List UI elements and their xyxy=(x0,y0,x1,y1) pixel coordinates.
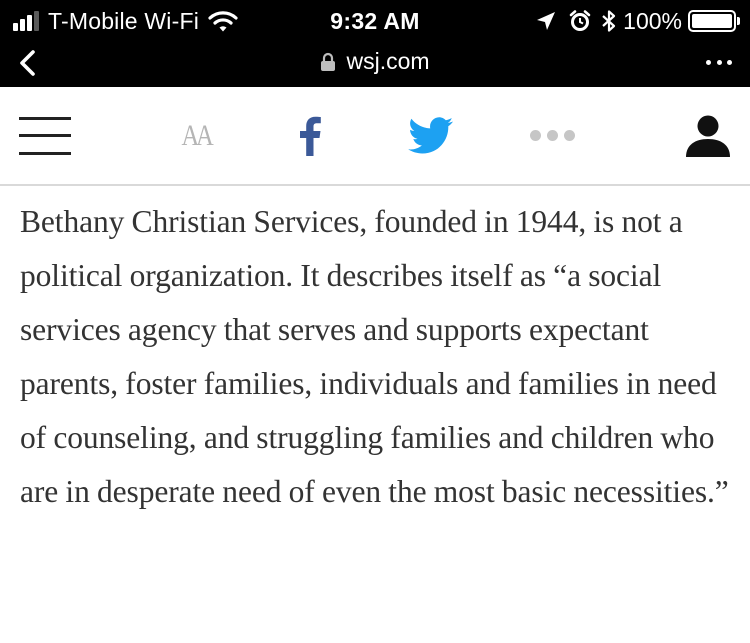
article-body: Bethany Christian Services, founded in 1… xyxy=(20,188,736,519)
more-share-icon xyxy=(527,130,578,141)
facebook-share-button[interactable] xyxy=(290,87,330,184)
menu-button[interactable] xyxy=(18,87,72,184)
battery-percent: 100% xyxy=(623,7,682,34)
profile-icon xyxy=(686,115,730,157)
article-paragraph: Bethany Christian Services, founded in 1… xyxy=(20,204,729,509)
twitter-share-button[interactable] xyxy=(405,87,457,184)
status-right: 100% xyxy=(535,7,740,34)
hamburger-menu-icon xyxy=(19,116,71,155)
url-text: wsj.com xyxy=(346,48,430,74)
facebook-icon xyxy=(300,116,321,156)
bluetooth-icon xyxy=(602,10,616,32)
more-menu-icon[interactable] xyxy=(706,52,732,72)
article-toolbar: AA xyxy=(0,87,750,186)
lock-icon xyxy=(321,52,336,71)
twitter-icon xyxy=(408,116,454,153)
url-bar[interactable]: wsj.com xyxy=(0,42,750,82)
battery-icon xyxy=(688,10,740,32)
more-share-button[interactable] xyxy=(525,87,580,184)
alarm-icon xyxy=(569,10,591,31)
browser-chrome: T-Mobile Wi-Fi 9:32 AM 100% wsj.com xyxy=(0,0,750,87)
status-bar: T-Mobile Wi-Fi 9:32 AM 100% xyxy=(0,0,750,40)
profile-button[interactable] xyxy=(680,87,736,184)
location-arrow-icon xyxy=(537,12,556,30)
url-display[interactable]: wsj.com xyxy=(0,48,750,75)
text-size-button[interactable]: AA xyxy=(173,87,219,184)
